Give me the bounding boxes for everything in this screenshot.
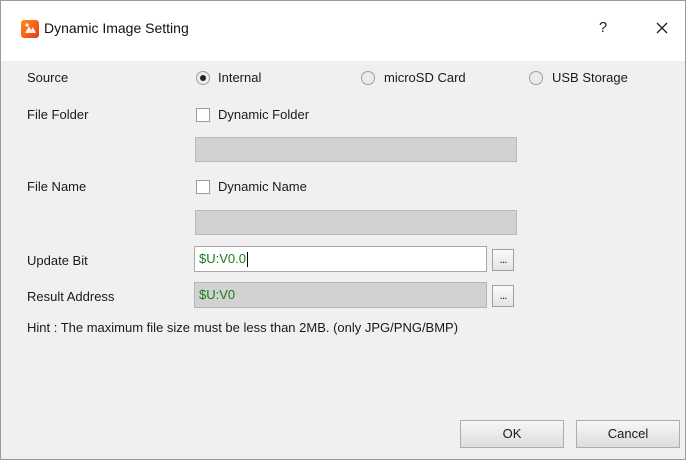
dynamic-image-setting-dialog: Dynamic Image Setting ? Source Internal … <box>0 0 686 460</box>
close-button[interactable] <box>649 15 675 41</box>
update-bit-browse-button[interactable]: ... <box>492 249 514 271</box>
dynamic-name-label[interactable]: Dynamic Name <box>218 179 307 194</box>
dynamic-folder-checkbox[interactable] <box>196 108 210 122</box>
update-bit-input[interactable]: $U:V0.0 <box>194 246 487 272</box>
dynamic-name-checkbox[interactable] <box>196 180 210 194</box>
source-usb-label[interactable]: USB Storage <box>552 70 628 85</box>
source-label: Source <box>27 70 69 85</box>
update-bit-value: $U:V0.0 <box>199 251 246 266</box>
source-usb-radio[interactable] <box>529 71 543 85</box>
source-internal-label[interactable]: Internal <box>218 70 261 85</box>
help-button[interactable]: ? <box>596 18 610 38</box>
file-folder-field <box>195 137 517 162</box>
result-address-input: $U:V0 <box>194 282 487 308</box>
cancel-button[interactable]: Cancel <box>576 420 680 448</box>
title-bar: Dynamic Image Setting ? <box>1 1 685 61</box>
dynamic-folder-label[interactable]: Dynamic Folder <box>218 107 309 122</box>
file-name-field <box>195 210 517 235</box>
source-internal-radio[interactable] <box>196 71 210 85</box>
app-logo-icon <box>21 20 39 38</box>
result-address-value: $U:V0 <box>199 287 236 302</box>
text-caret <box>246 252 248 268</box>
source-microsd-radio[interactable] <box>361 71 375 85</box>
file-folder-label: File Folder <box>27 107 89 122</box>
ok-button[interactable]: OK <box>460 420 564 448</box>
hint-text: Hint : The maximum file size must be les… <box>27 320 459 335</box>
file-name-label: File Name <box>27 179 87 194</box>
result-address-label: Result Address <box>27 289 115 304</box>
update-bit-label: Update Bit <box>27 253 88 268</box>
source-microsd-label[interactable]: microSD Card <box>384 70 466 85</box>
window-title: Dynamic Image Setting <box>44 20 189 36</box>
close-icon <box>656 22 668 34</box>
result-address-browse-button[interactable]: ... <box>492 285 514 307</box>
